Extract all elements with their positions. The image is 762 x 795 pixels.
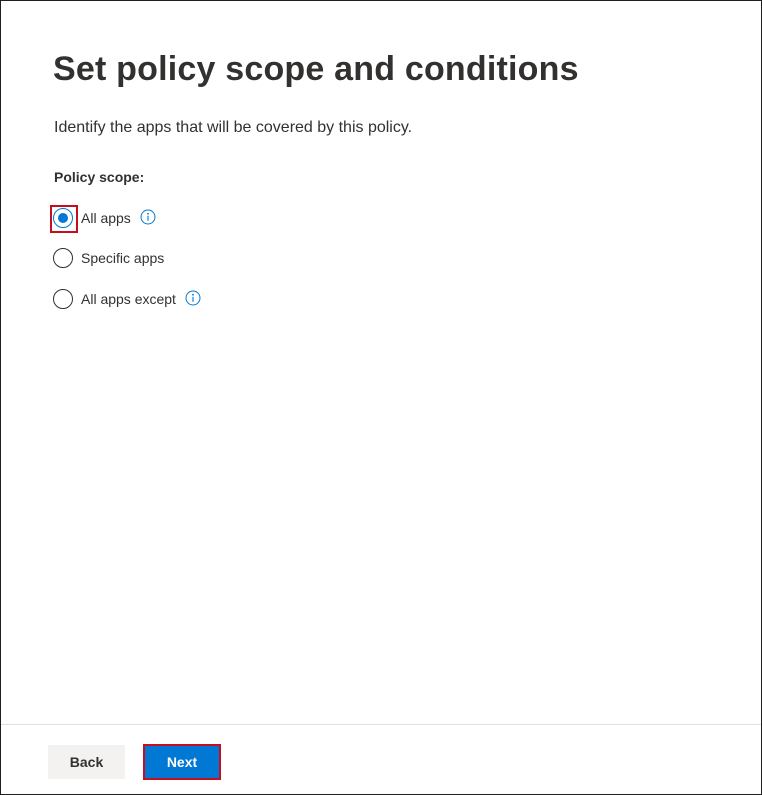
footer-divider: [1, 724, 761, 725]
policy-scope-label: Policy scope:: [54, 169, 145, 185]
highlight-outline: [50, 205, 78, 233]
page-description: Identify the apps that will be covered b…: [54, 119, 413, 136]
radio-button[interactable]: [53, 248, 73, 268]
radio-label-all-apps: All apps: [81, 210, 131, 226]
radio-button-selected[interactable]: [50, 205, 78, 233]
wizard-panel: Set policy scope and conditions Identify…: [0, 0, 762, 795]
next-button[interactable]: Next: [143, 744, 221, 780]
radio-all-apps[interactable]: All apps: [50, 205, 156, 233]
radio-button[interactable]: [53, 289, 73, 309]
radio-specific-apps[interactable]: Specific apps: [53, 246, 164, 270]
page-title: Set policy scope and conditions: [53, 50, 579, 88]
info-icon[interactable]: [140, 209, 156, 225]
radio-all-apps-except[interactable]: All apps except: [53, 287, 201, 311]
radio-label-all-apps-except: All apps except: [81, 291, 176, 307]
radio-label-specific-apps: Specific apps: [81, 250, 165, 266]
info-icon[interactable]: [185, 290, 201, 306]
back-button[interactable]: Back: [48, 745, 125, 779]
